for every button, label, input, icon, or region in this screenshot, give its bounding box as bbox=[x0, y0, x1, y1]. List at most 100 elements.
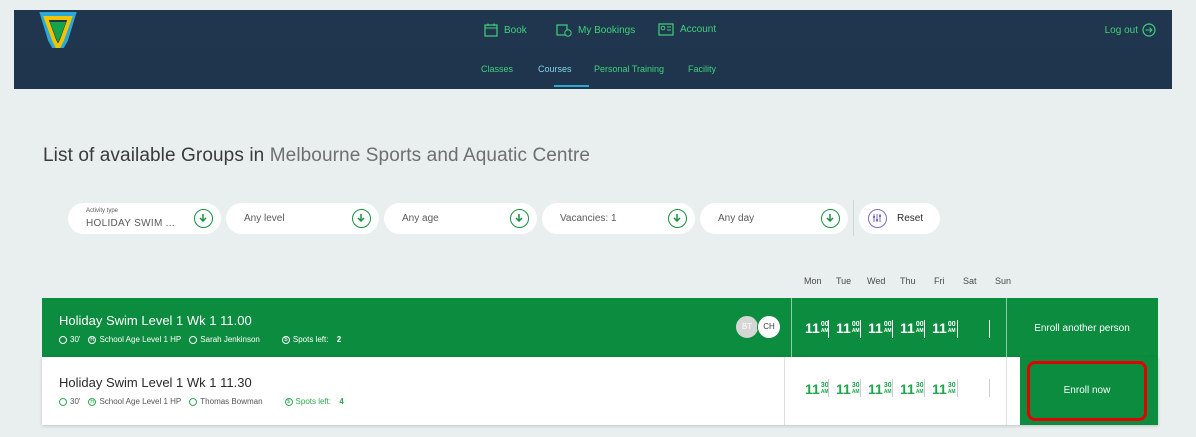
nav-account[interactable]: Account bbox=[658, 23, 716, 36]
clock-icon bbox=[59, 397, 67, 406]
logout-label: Log out bbox=[1104, 24, 1138, 36]
time-ampm: AM bbox=[883, 389, 892, 395]
day-tick bbox=[924, 379, 925, 397]
logout-icon bbox=[1142, 23, 1156, 37]
time-ampm: AM bbox=[883, 328, 892, 334]
time-ampm: AM bbox=[915, 328, 924, 334]
age-filter-value: Any age bbox=[402, 213, 439, 224]
spots-left: $ Spots left: 2 bbox=[281, 335, 342, 344]
instructor: Thomas Bowman bbox=[189, 397, 263, 406]
day-header-mon: Mon bbox=[804, 276, 822, 286]
id-card-icon bbox=[658, 23, 674, 36]
sub-nav-bar: Classes Courses Personal Training Facili… bbox=[14, 48, 1172, 89]
dollar-icon: $ bbox=[284, 397, 293, 406]
day-header-tue: Tue bbox=[836, 276, 852, 286]
activity-type-caption: Activity type bbox=[86, 208, 119, 214]
time-hour: 11 bbox=[868, 320, 883, 336]
time-ampm: AM bbox=[851, 389, 860, 395]
nav-my-bookings[interactable]: My Bookings bbox=[556, 23, 635, 37]
time-minute: 30 bbox=[883, 382, 892, 389]
logout-button[interactable]: Log out bbox=[1105, 23, 1156, 37]
time-hour: 11 bbox=[836, 381, 851, 397]
sliders-icon bbox=[868, 209, 887, 228]
day-tick bbox=[860, 320, 861, 338]
clock-icon bbox=[59, 335, 67, 344]
time-minute: 00 bbox=[915, 321, 924, 328]
time-hour: 11 bbox=[900, 320, 915, 336]
day-tick bbox=[989, 320, 990, 338]
level-icon: R bbox=[88, 397, 97, 406]
group-meta: 30' R School Age Level 1 HP Sarah Jenkins… bbox=[59, 335, 341, 344]
level-filter-value: Any level bbox=[244, 213, 285, 224]
session-time: 11 00 AM bbox=[932, 321, 956, 335]
instructor: Sarah Jenkinson bbox=[189, 335, 260, 344]
day-tick bbox=[957, 379, 958, 397]
nav-book[interactable]: Book bbox=[484, 23, 527, 37]
time-ampm: AM bbox=[915, 389, 924, 395]
day-filter[interactable]: Any day bbox=[700, 203, 848, 234]
page-title-prefix: List of available Groups in bbox=[43, 145, 265, 166]
day-tick bbox=[957, 320, 958, 338]
person-icon bbox=[189, 397, 198, 406]
nav-my-bookings-label: My Bookings bbox=[578, 24, 636, 36]
tab-personal-training[interactable]: Personal Training bbox=[594, 64, 664, 74]
time-hour: 11 bbox=[932, 381, 947, 397]
activity-type-filter[interactable]: Activity type HOLIDAY SWIM ... bbox=[68, 203, 221, 234]
time-minute: 00 bbox=[883, 321, 892, 328]
enroll-now-button[interactable]: Enroll now bbox=[1033, 367, 1141, 415]
nav-book-label: Book bbox=[504, 24, 527, 36]
group-row[interactable]: Holiday Swim Level 1 Wk 1 11.00 30' R Sch… bbox=[42, 298, 1158, 357]
schedule-divider bbox=[784, 357, 785, 425]
time-minute: 30 bbox=[915, 382, 924, 389]
vacancies-filter[interactable]: Vacancies: 1 bbox=[542, 203, 695, 234]
session-time: 11 30 AM bbox=[836, 382, 860, 396]
day-header-sun: Sun bbox=[995, 276, 1012, 286]
day-tick bbox=[892, 320, 893, 338]
session-time: 11 00 AM bbox=[900, 321, 924, 335]
dollar-icon: $ bbox=[281, 335, 290, 344]
tab-courses[interactable]: Courses bbox=[538, 64, 572, 74]
chevron-down-icon bbox=[194, 209, 213, 228]
chevron-down-icon bbox=[352, 209, 371, 228]
age-filter[interactable]: Any age bbox=[384, 203, 537, 234]
day-tick bbox=[860, 379, 861, 397]
day-tick bbox=[828, 320, 829, 338]
calendar-clock-icon bbox=[556, 24, 572, 37]
group-title: Holiday Swim Level 1 Wk 1 11.00 bbox=[59, 313, 252, 328]
day-tick bbox=[828, 379, 829, 397]
reset-button[interactable]: Reset bbox=[859, 203, 940, 234]
activity-type-value: HOLIDAY SWIM ... bbox=[86, 218, 175, 229]
level: R School Age Level 1 HP bbox=[88, 335, 181, 344]
reset-label: Reset bbox=[897, 213, 924, 224]
session-time: 11 00 AM bbox=[868, 321, 892, 335]
enroll-another-person-label: Enroll another person bbox=[1034, 323, 1130, 334]
duration: 30' bbox=[59, 335, 80, 344]
time-ampm: AM bbox=[851, 328, 860, 334]
page-title: List of available Groups in Melbourne Sp… bbox=[43, 145, 590, 167]
time-hour: 11 bbox=[805, 320, 820, 336]
tab-facility[interactable]: Facility bbox=[688, 64, 716, 74]
time-hour: 11 bbox=[868, 381, 883, 397]
day-tick bbox=[924, 320, 925, 338]
duration-value: 30' bbox=[70, 397, 81, 406]
session-time: 11 00 AM bbox=[805, 321, 829, 335]
avatar[interactable]: BT bbox=[735, 315, 759, 339]
enroll-another-person-button[interactable]: Enroll another person bbox=[1006, 298, 1158, 357]
spots-left: $ Spots left: 4 bbox=[284, 397, 344, 406]
day-filter-value: Any day bbox=[718, 213, 755, 224]
chevron-down-icon bbox=[668, 209, 687, 228]
spots-value: 2 bbox=[336, 335, 342, 344]
day-header-thu: Thu bbox=[900, 276, 916, 286]
time-hour: 11 bbox=[836, 320, 851, 336]
session-time: 11 30 AM bbox=[868, 382, 892, 396]
nav-account-label: Account bbox=[680, 24, 717, 35]
time-minute: 00 bbox=[851, 321, 860, 328]
time-ampm: AM bbox=[947, 328, 956, 334]
avatar[interactable]: CH bbox=[757, 315, 781, 339]
level-filter[interactable]: Any level bbox=[226, 203, 379, 234]
level-value: School Age Level 1 HP bbox=[99, 335, 182, 344]
schedule-divider bbox=[1006, 357, 1007, 425]
tab-classes[interactable]: Classes bbox=[481, 64, 513, 74]
active-tab-indicator bbox=[554, 85, 589, 87]
group-row[interactable]: Holiday Swim Level 1 Wk 1 11.30 30' R Sch… bbox=[42, 357, 1158, 425]
